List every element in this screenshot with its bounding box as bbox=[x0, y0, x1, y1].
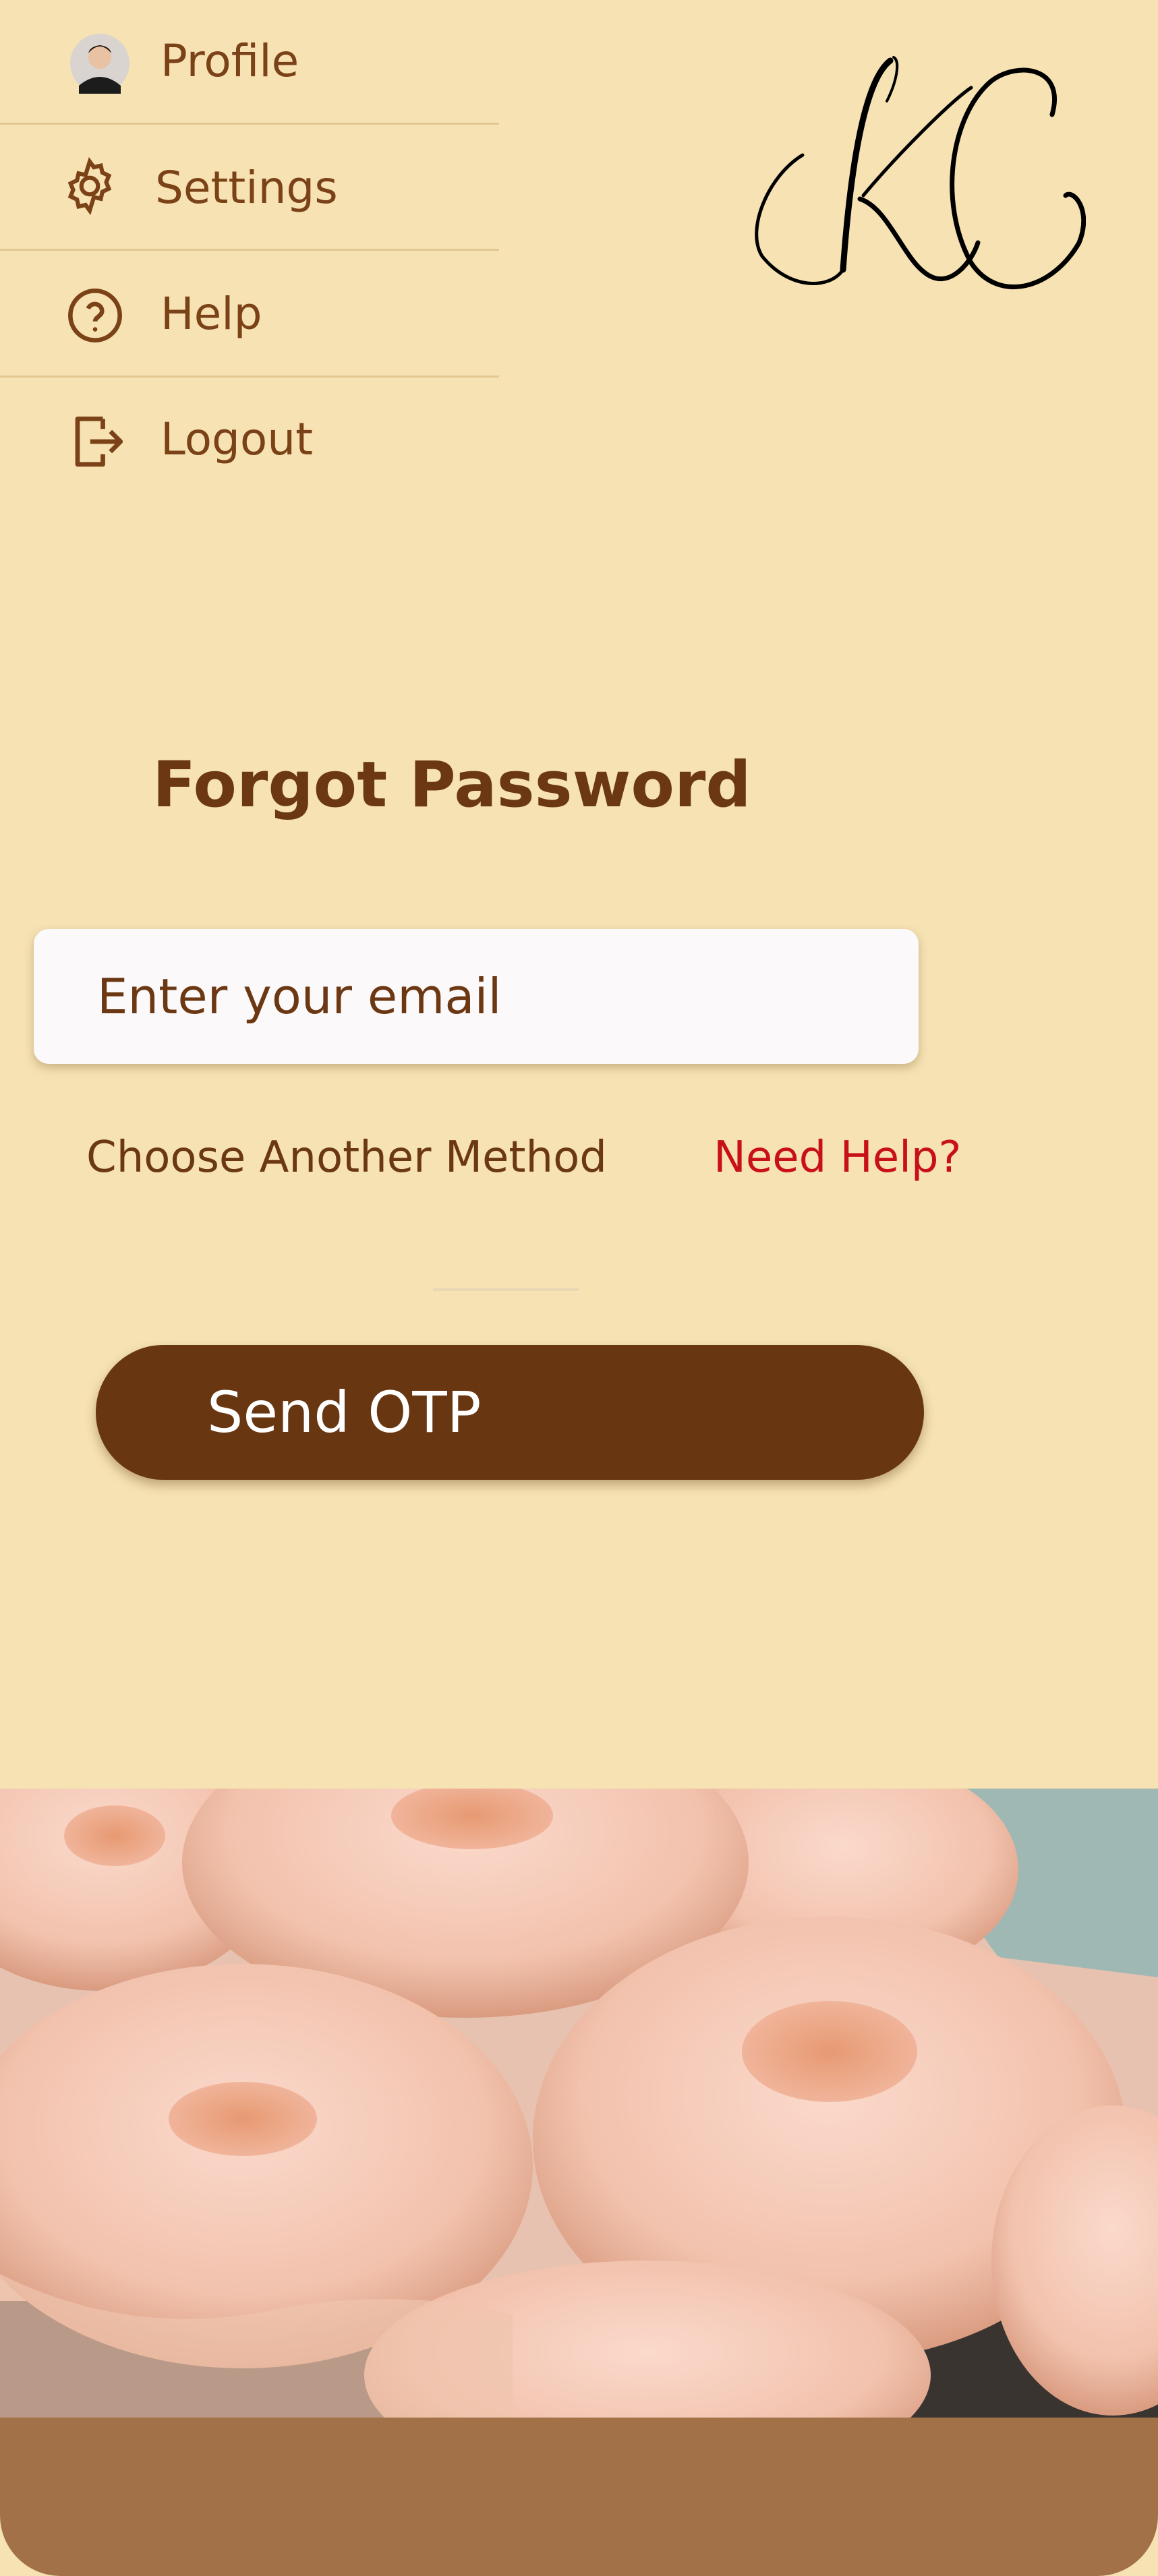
divider-line bbox=[433, 1288, 579, 1291]
avatar bbox=[66, 30, 134, 97]
logout-icon bbox=[64, 408, 132, 475]
menu-divider bbox=[0, 376, 499, 378]
help-circle-icon bbox=[61, 282, 129, 349]
menu-item-label: Settings bbox=[155, 162, 338, 214]
menu-item-logout[interactable]: Logout bbox=[0, 378, 499, 504]
menu-item-help[interactable]: Help bbox=[0, 251, 499, 377]
email-field-container bbox=[34, 929, 919, 1064]
menu-item-label: Help bbox=[161, 288, 262, 340]
menu-item-label: Profile bbox=[161, 35, 299, 87]
menu-divider bbox=[0, 123, 499, 125]
menu-divider bbox=[0, 249, 499, 251]
menu-item-label: Logout bbox=[161, 413, 313, 465]
brand-logo bbox=[749, 40, 1087, 310]
menu-item-profile[interactable]: Profile bbox=[0, 0, 499, 125]
footer-bar bbox=[0, 2418, 1158, 2576]
gear-icon bbox=[56, 152, 123, 220]
donuts-image bbox=[0, 1789, 1158, 2418]
page-title: Forgot Password bbox=[152, 748, 751, 822]
email-field[interactable] bbox=[96, 967, 874, 1025]
forgot-password-screen: Profile Settings Help Logout Forgot Pass… bbox=[0, 0, 1158, 2576]
need-help-link[interactable]: Need Help? bbox=[714, 1133, 961, 1182]
choose-another-method-link[interactable]: Choose Another Method bbox=[86, 1133, 607, 1182]
send-otp-button[interactable]: Send OTP bbox=[96, 1345, 924, 1480]
menu-item-settings[interactable]: Settings bbox=[0, 125, 499, 251]
